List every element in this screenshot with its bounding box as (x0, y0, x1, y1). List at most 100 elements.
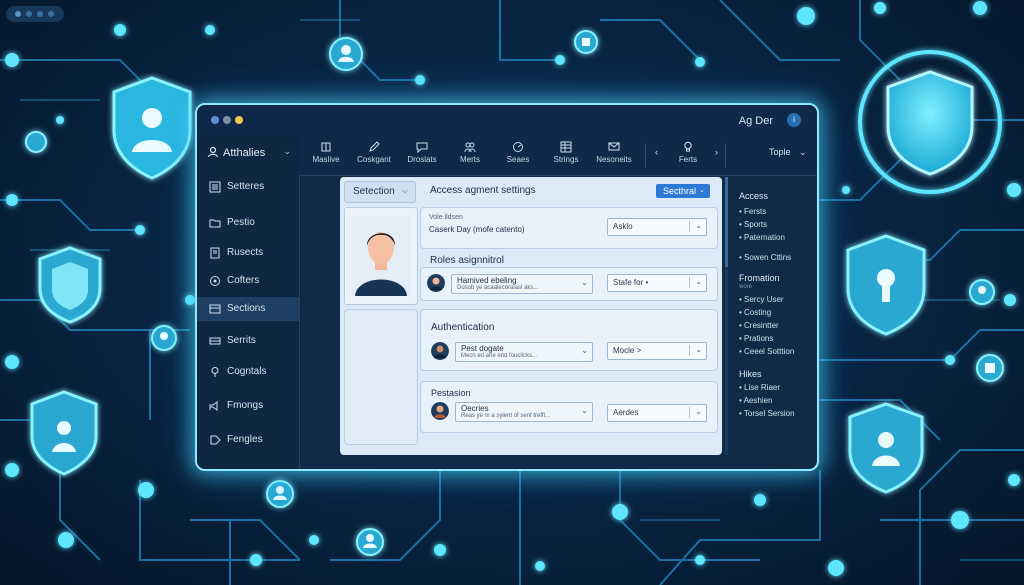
access-item[interactable]: • Fersts (739, 207, 766, 216)
sidebar-item-pestio[interactable]: Pestio (197, 211, 299, 235)
roles-dropdown[interactable]: Stafe for • ⌄ (607, 274, 707, 292)
share-icon (209, 401, 218, 411)
access-item[interactable]: • Paternation (739, 233, 785, 242)
avatar (427, 274, 445, 292)
toolbar: Maslive Coskgant Droslats Merts Seaes St… (299, 135, 817, 176)
page-title: Access agment settings (430, 185, 536, 196)
tool-droslats[interactable]: Droslats (399, 139, 445, 171)
pen-icon (369, 141, 380, 152)
sidebar-item-sections[interactable]: Sections (197, 297, 299, 321)
permission-dropdown[interactable]: Aerdes ⌄ (607, 404, 707, 422)
sidebar-item-label: Cogntals (227, 366, 267, 377)
left-column (344, 207, 420, 455)
sidebar-item-cogntals[interactable]: Cogntals (197, 360, 299, 384)
selection-label: Setection (353, 186, 395, 197)
roles-row-dropdown[interactable]: Hamived ebeling Dosob ye acaalecoraiasl … (451, 274, 593, 294)
people-icon (464, 142, 476, 153)
right-panel: Access • Fersts • Sports • Paternation •… (729, 177, 813, 455)
user-avatar[interactable]: i (787, 113, 801, 127)
selection-dropdown[interactable]: Setection ⌵ (344, 181, 416, 203)
promotion-item[interactable]: • Prations (739, 334, 773, 343)
tople-label: Tople (769, 147, 791, 157)
dropdown-divider (689, 221, 690, 232)
toolbar-divider (725, 143, 726, 167)
title-bar: Ag Der i (197, 105, 817, 135)
tool-maslive[interactable]: Maslive (303, 139, 349, 171)
book-icon (321, 142, 331, 152)
profile-subtext: Vole ildsen (429, 214, 463, 221)
hikes-item[interactable]: • Torsel Sersion (739, 409, 795, 418)
sidebar-item-label: Fmongs (227, 400, 264, 411)
tag-icon (210, 435, 221, 445)
section-dropdown-button[interactable]: Secthral ⌄ (656, 184, 710, 198)
promotion-subheading: wore (739, 284, 753, 290)
sidebar-item-fmongs[interactable]: Fmongs (197, 394, 299, 418)
user-name[interactable]: Ag Der (739, 115, 773, 127)
window-dot-gray[interactable] (223, 116, 231, 124)
sidebar-item-cofters[interactable]: Cofters (197, 269, 299, 293)
access-item[interactable]: • Sports (739, 220, 767, 229)
tool-coskgant[interactable]: Coskgant (351, 139, 397, 171)
sidebar-item-label: Rusects (227, 247, 264, 258)
permission-row-dropdown[interactable]: Oecries Reas ye m a syient of senf treff… (455, 402, 593, 422)
tool-label: Droslats (407, 155, 437, 164)
tool-merts[interactable]: Merts (447, 139, 493, 171)
corner-dots (6, 6, 64, 22)
dropdown-divider (689, 345, 690, 356)
promotion-item[interactable]: • Costing (739, 308, 771, 317)
users-icon (207, 146, 219, 158)
profile-name: Caserk Day (mofe catento) (429, 225, 525, 234)
tool-nesoneits[interactable]: Nesoneits (591, 139, 637, 171)
toolbar-divider (645, 143, 646, 167)
next-arrow[interactable]: › (715, 147, 718, 157)
tool-ferts[interactable]: Ferts (665, 139, 711, 171)
tool-label: Maslive (312, 155, 340, 164)
chevron-down-icon: ⌄ (799, 147, 807, 157)
chevron-down-icon: ⌄ (581, 346, 588, 355)
settings-icon (210, 276, 220, 286)
promotion-item[interactable]: • Ceeel Sotttion (739, 347, 794, 356)
profile-dropdown[interactable]: Asklo ⌄ (607, 218, 707, 236)
authentication-card: Authentication Pest dogate Mecn ed arle … (420, 309, 718, 371)
chevron-down-icon: ⌄ (695, 221, 702, 230)
sidebar-item-label: Cofters (227, 275, 260, 286)
sidebar: Atthalies ⌄ Setteres Pestio Rusects Coft… (197, 135, 300, 469)
chevron-down-icon: ⌄ (695, 407, 702, 416)
hikes-item[interactable]: • Aeshien (739, 396, 773, 405)
window-dot-blue[interactable] (211, 116, 219, 124)
sidebar-header[interactable]: Atthalies ⌄ (205, 143, 295, 165)
sidebar-header-label: Atthalies (223, 147, 266, 159)
window-dot-yellow[interactable] (235, 116, 243, 124)
promotion-item[interactable]: • Cresintter (739, 321, 779, 330)
grid-icon (209, 304, 221, 314)
prev-arrow[interactable]: ‹ (655, 147, 658, 157)
avatar (431, 342, 449, 360)
tool-strings[interactable]: Strings (543, 139, 589, 171)
tool-seaes[interactable]: Seaes (495, 139, 541, 171)
hikes-heading: Hikes (739, 369, 762, 379)
roles-title: Roles asignnitrol (430, 255, 504, 266)
tool-label: Nesoneits (596, 155, 632, 164)
roles-card: Hamived ebeling Dosob ye acaalecoraiasl … (420, 267, 718, 301)
section-button-label: Secthral (663, 186, 697, 196)
sidebar-item-fengles[interactable]: Fengles (197, 428, 299, 452)
hikes-item[interactable]: • Lise Riaer (739, 383, 780, 392)
chevron-down-icon: ⌄ (581, 406, 588, 415)
authentication-title: Authentication (431, 322, 495, 333)
roles-row-sub: Dosob ye acaalecoraiasl aks... (457, 285, 539, 291)
profile-photo (351, 216, 411, 296)
access-item[interactable]: • Sowen Cttins (739, 253, 791, 262)
tople-dropdown[interactable]: Tople ⌄ (769, 147, 807, 158)
chevron-down-icon: ⌄ (695, 345, 702, 354)
scrollbar-thumb[interactable] (725, 177, 728, 267)
auth-dropdown[interactable]: Mocle > ⌄ (607, 342, 707, 360)
sidebar-item-rusects[interactable]: Rusects (197, 241, 299, 265)
sidebar-item-serrits[interactable]: Serrits (197, 329, 299, 353)
message-icon (608, 142, 620, 151)
dropdown-divider (689, 407, 690, 418)
tool-label: Seaes (506, 155, 530, 164)
sidebar-item-setteres[interactable]: Setteres (197, 175, 299, 199)
list-icon (209, 181, 221, 193)
auth-row-dropdown[interactable]: Pest dogate Mecn ed arle end fouclicks..… (455, 342, 593, 362)
promotion-item[interactable]: • Sercy User (739, 295, 784, 304)
